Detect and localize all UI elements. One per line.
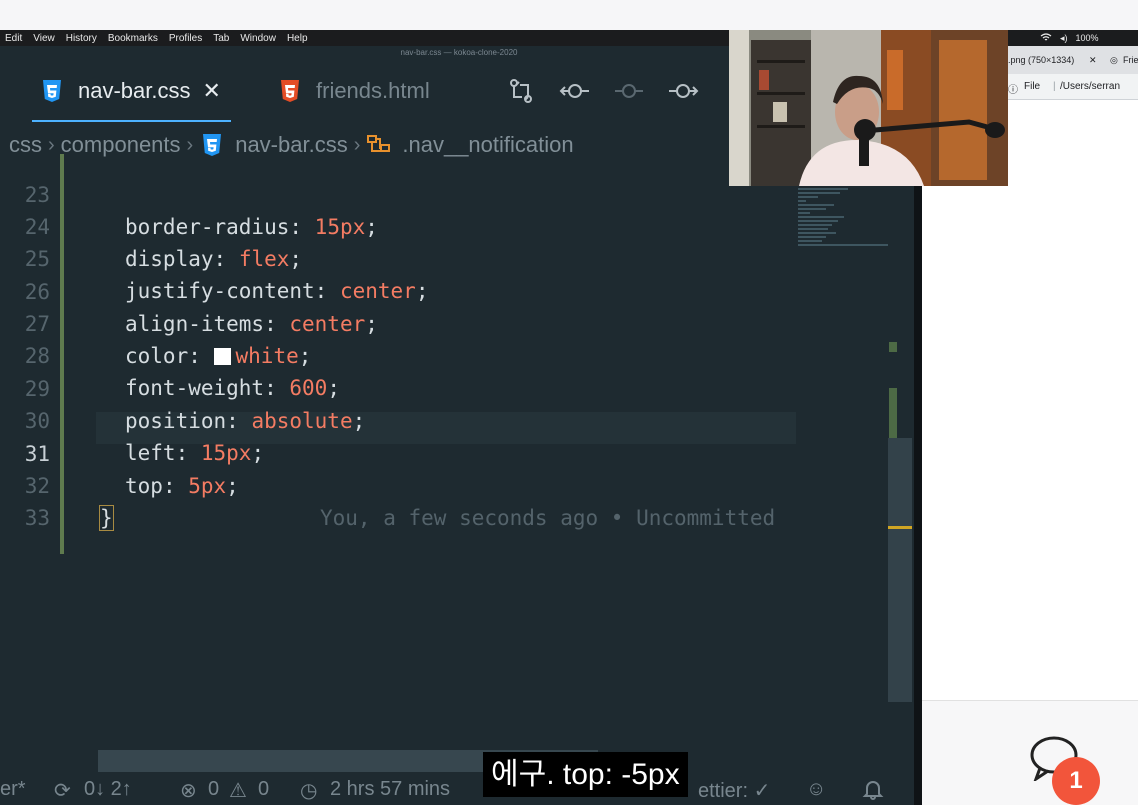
status-prettier[interactable]: ettier: ✓ [698,778,770,803]
webcam-video-frame [729,30,1008,186]
scroll-change-marker [889,342,897,352]
code-line: 32 } [0,438,918,531]
address-separator: | [1053,81,1056,92]
status-bar: er* ⟳ 0↓ 2↑ ⊗ 0 ⚠ 0 ◷ 2 hrs 57 mins etti… [0,776,918,805]
scroll-position-marker [888,526,912,529]
sync-icon[interactable]: ⟳ [54,778,71,803]
git-blame-annotation: You, a few seconds ago • Uncommitted [320,506,776,530]
status-warnings: 0 [258,778,270,800]
menu-history[interactable]: History [61,33,103,44]
status-branch[interactable]: er* [0,778,26,801]
address-prefix: File [1024,81,1041,92]
line-number: 33 [24,506,50,530]
active-tab-indicator [32,120,231,122]
minimap[interactable] [798,184,890,264]
info-icon[interactable]: ⓘ [1008,81,1018,96]
webcam-overlay [729,30,1008,186]
menu-edit[interactable]: Edit [0,33,28,44]
video-subtitle: 에구. top: -5px [483,752,688,797]
menu-view[interactable]: View [28,33,61,44]
address-text[interactable]: /Users/serran [1060,81,1120,92]
bell-icon[interactable] [862,778,884,805]
code-line: 33 [0,470,918,530]
browser-tab-label[interactable]: .png (750×1334) [1008,55,1074,65]
history-icon[interactable]: ◷ [300,778,317,803]
previous-change-icon[interactable] [559,78,591,104]
css3-icon [40,78,64,104]
compare-changes-icon[interactable] [505,78,537,104]
menu-window[interactable]: Window [235,33,282,44]
status-sync[interactable]: 0↓ 2↑ [84,778,132,801]
tab-label: nav-bar.css [78,78,191,103]
commit-icon[interactable] [613,78,645,104]
globe-icon: ◎ [1110,55,1118,65]
tab-friends-html[interactable]: friends.html [278,60,430,122]
code-line: 28 font-weight: 600; [0,308,918,400]
next-change-icon[interactable] [667,78,699,104]
menu-profiles[interactable]: Profiles [164,33,208,44]
close-icon[interactable]: ✕ [1089,55,1097,66]
volume-icon[interactable]: ◂) [1060,33,1068,44]
error-icon[interactable]: ⊗ [180,778,197,803]
editor-actions [505,78,699,104]
vertical-scrollbar[interactable] [888,438,912,702]
closing-brace: } [99,505,114,531]
menu-help[interactable]: Help [282,33,314,44]
status-errors: 0 [208,778,220,800]
code-line-current: 31 top: 5px; You, a few seconds ago • Un… [0,406,918,530]
browser-tab2-label[interactable]: Frie [1123,55,1138,65]
code-line: 30 left: 15px; [0,373,918,465]
code-line: 26 align-items: center; [0,244,918,336]
code-area[interactable]: 23 border-radius: 15px; 24 display: flex… [0,154,918,544]
code-line: 27 color: white; [0,276,918,368]
status-time[interactable]: 2 hrs 57 mins [330,778,450,801]
code-line: 29 position: absolute; [0,341,918,433]
menu-bookmarks[interactable]: Bookmarks [103,33,164,44]
menu-tab[interactable]: Tab [208,33,235,44]
warning-icon[interactable]: ⚠ [229,778,247,803]
top-blank-area [0,0,1138,30]
html5-icon [278,78,302,104]
notification-badge: 1 [1052,757,1100,805]
feedback-icon[interactable]: ☺ [806,778,826,801]
tab-label: friends.html [316,78,430,103]
menubar-status-area: ◂) 100% [1040,30,1099,46]
close-icon[interactable]: ✕ [203,78,221,104]
wifi-icon[interactable] [1040,32,1052,44]
app-nav-footer: 1 [922,700,1138,805]
tab-nav-bar-css[interactable]: nav-bar.css ✕ [32,60,231,122]
code-line: 25 justify-content: center; [0,211,918,303]
battery-percent: 100% [1075,33,1099,43]
